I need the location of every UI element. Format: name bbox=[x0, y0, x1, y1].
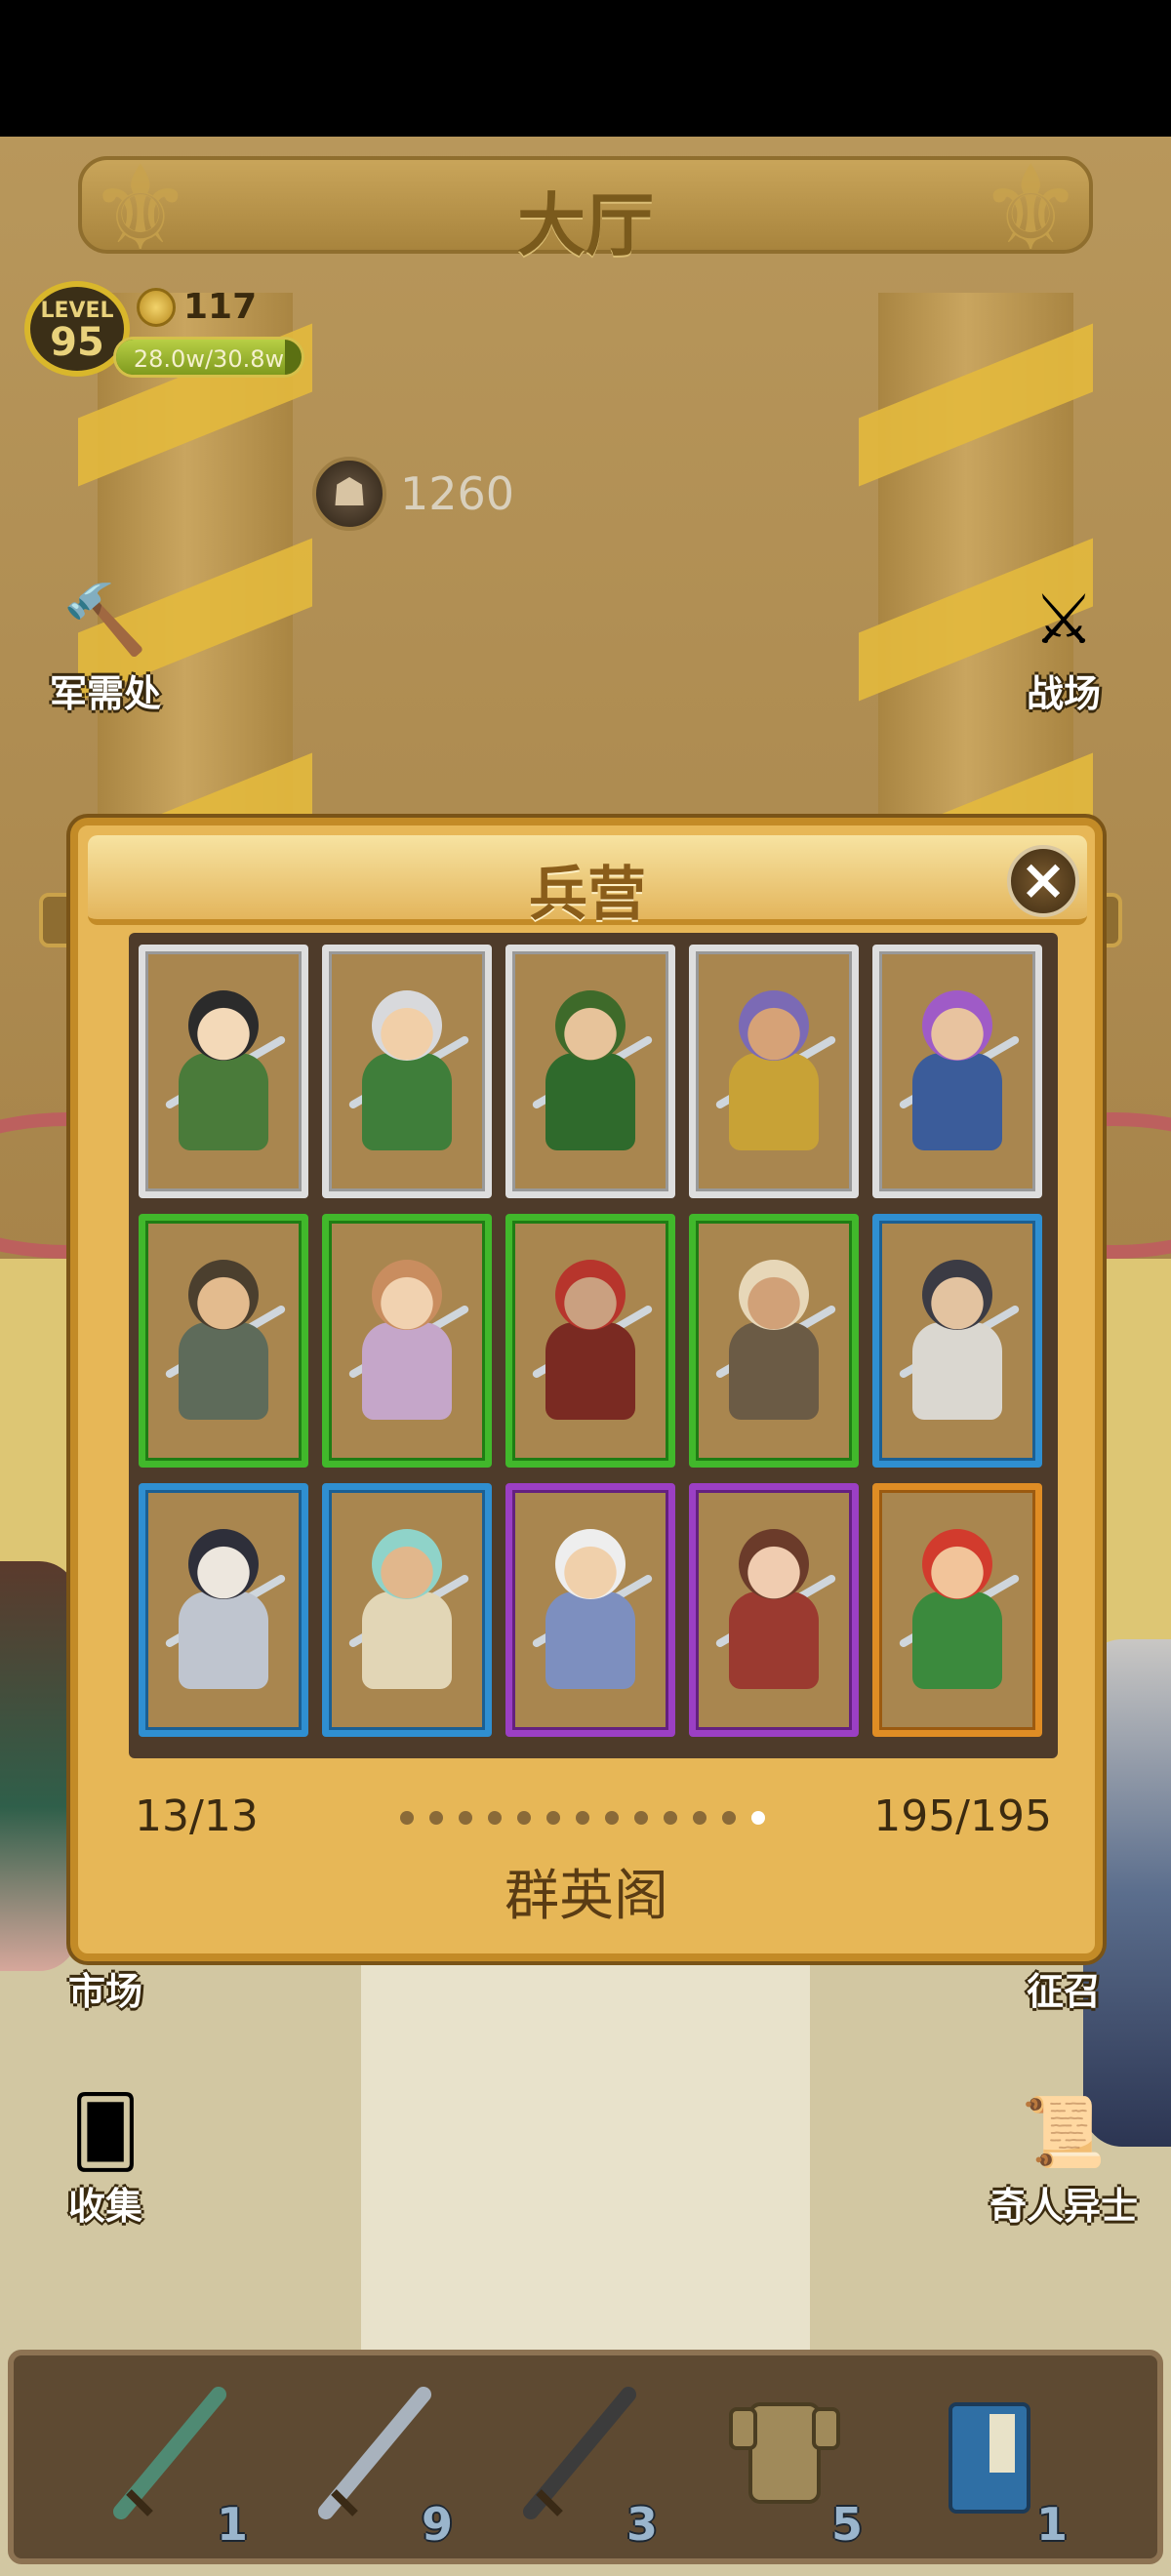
scroll-icon: 📜 bbox=[1021, 2092, 1107, 2172]
page-dot[interactable] bbox=[488, 1811, 502, 1825]
building-name: 群英阁 bbox=[505, 1865, 668, 1928]
tray-item[interactable]: 9 bbox=[306, 2375, 463, 2551]
coin-count: 117 bbox=[183, 287, 258, 327]
page-indicator[interactable] bbox=[400, 1811, 765, 1825]
book-icon bbox=[931, 2385, 1048, 2521]
close-icon[interactable]: × bbox=[1007, 845, 1079, 917]
supply-label: 军需处 bbox=[49, 672, 161, 715]
hero-card[interactable] bbox=[689, 1214, 859, 1468]
experience-bar: 28.0w/30.8w bbox=[113, 337, 304, 378]
level-value: 95 bbox=[50, 320, 104, 365]
page-dot[interactable] bbox=[546, 1811, 560, 1825]
hero-portrait bbox=[164, 981, 287, 1166]
recruit-button[interactable]: 征召 bbox=[976, 1961, 1151, 2015]
hall-banner: ⚜ ⚜ 大厅 bbox=[78, 137, 1093, 293]
power-display: ☗ 1260 bbox=[312, 457, 514, 531]
tray-item-count: 1 bbox=[216, 2498, 248, 2551]
coin-icon bbox=[137, 287, 176, 327]
armor-icon bbox=[726, 2385, 843, 2521]
hero-portrait bbox=[531, 1519, 654, 1705]
page-dot[interactable] bbox=[664, 1811, 677, 1825]
special-people-button[interactable]: 📜 奇人异士 bbox=[956, 2088, 1171, 2230]
special-people-label: 奇人异士 bbox=[989, 2185, 1138, 2228]
hero-portrait bbox=[531, 981, 654, 1166]
page-dot[interactable] bbox=[693, 1811, 707, 1825]
page-dot[interactable] bbox=[576, 1811, 589, 1825]
hero-portrait bbox=[714, 1250, 837, 1435]
hall-title: 大厅 bbox=[517, 185, 654, 265]
spear-icon bbox=[521, 2385, 638, 2521]
total-count: 195/195 bbox=[873, 1791, 1052, 1841]
hero-portrait bbox=[347, 981, 470, 1166]
broad-blade-icon bbox=[316, 2385, 433, 2521]
page-dot[interactable] bbox=[605, 1811, 619, 1825]
power-value: 1260 bbox=[400, 467, 515, 520]
page-dot[interactable] bbox=[459, 1811, 472, 1825]
tray-item[interactable]: 1 bbox=[101, 2375, 258, 2551]
hero-card[interactable] bbox=[689, 1483, 859, 1737]
coin-display: 117 bbox=[137, 287, 257, 327]
tray-item-count: 1 bbox=[1035, 2498, 1068, 2551]
tray-item-count: 3 bbox=[626, 2498, 658, 2551]
hero-card[interactable] bbox=[322, 1214, 492, 1468]
battlefield-button[interactable]: ⚔ 战场 bbox=[976, 576, 1151, 717]
battlefield-label: 战场 bbox=[1026, 672, 1101, 715]
collect-label: 收集 bbox=[67, 2185, 142, 2228]
market-button[interactable]: 市场 bbox=[18, 1961, 193, 2015]
hero-card[interactable] bbox=[689, 945, 859, 1198]
modal-header: 兵营 × bbox=[88, 835, 1087, 929]
page-dot[interactable] bbox=[517, 1811, 531, 1825]
recruit-label: 征召 bbox=[1026, 1970, 1101, 2013]
hero-card[interactable] bbox=[139, 945, 308, 1198]
hero-portrait bbox=[898, 1250, 1021, 1435]
page-dot[interactable] bbox=[429, 1811, 443, 1825]
cards-icon: 🂠 bbox=[70, 2092, 141, 2172]
hero-card[interactable] bbox=[505, 945, 675, 1198]
tray-item-count: 9 bbox=[421, 2498, 453, 2551]
hero-portrait bbox=[714, 1519, 837, 1705]
hero-portrait bbox=[531, 1250, 654, 1435]
hero-portrait bbox=[898, 1519, 1021, 1705]
hero-card[interactable] bbox=[505, 1483, 675, 1737]
page-dot[interactable] bbox=[751, 1811, 765, 1825]
hero-card[interactable] bbox=[872, 945, 1042, 1198]
market-label: 市场 bbox=[67, 1970, 142, 2013]
collect-button[interactable]: 🂠 收集 bbox=[18, 2088, 193, 2230]
tray-item[interactable]: 5 bbox=[716, 2375, 872, 2551]
hero-card[interactable] bbox=[322, 945, 492, 1198]
hero-portrait bbox=[347, 1519, 470, 1705]
modal-title: 兵营 bbox=[529, 861, 646, 929]
page-dot[interactable] bbox=[634, 1811, 648, 1825]
tray-item[interactable]: 1 bbox=[921, 2375, 1077, 2551]
tray-item-count: 5 bbox=[830, 2498, 863, 2551]
experience-text: 28.0w/30.8w bbox=[133, 345, 285, 373]
page-count: 13/13 bbox=[135, 1791, 259, 1841]
item-tray: 1 9 3 5 1 bbox=[8, 2350, 1163, 2564]
hero-portrait bbox=[164, 1250, 287, 1435]
page-dot[interactable] bbox=[400, 1811, 414, 1825]
crossed-swords-icon: ⚔ bbox=[1032, 580, 1095, 660]
hero-card[interactable] bbox=[139, 1483, 308, 1737]
side-character-left bbox=[0, 1561, 78, 1971]
hero-card[interactable] bbox=[139, 1214, 308, 1468]
lion-crest-icon: ☗ bbox=[312, 457, 386, 531]
hero-card[interactable] bbox=[872, 1483, 1042, 1737]
hero-portrait bbox=[898, 981, 1021, 1166]
hero-card-grid bbox=[129, 933, 1058, 1758]
hero-portrait bbox=[164, 1519, 287, 1705]
hero-card[interactable] bbox=[505, 1214, 675, 1468]
hero-card[interactable] bbox=[872, 1214, 1042, 1468]
barracks-modal: 兵营 × 13/13 195/195 群英阁 bbox=[70, 818, 1103, 1961]
hero-portrait bbox=[347, 1250, 470, 1435]
page-dot[interactable] bbox=[722, 1811, 736, 1825]
tray-item[interactable]: 3 bbox=[511, 2375, 667, 2551]
hammer-icon: 🔨 bbox=[62, 580, 148, 660]
hero-card[interactable] bbox=[322, 1483, 492, 1737]
supply-button[interactable]: 🔨 军需处 bbox=[18, 576, 193, 717]
green-sword-icon bbox=[111, 2385, 228, 2521]
hero-portrait bbox=[714, 981, 837, 1166]
status-bar bbox=[0, 0, 1171, 137]
